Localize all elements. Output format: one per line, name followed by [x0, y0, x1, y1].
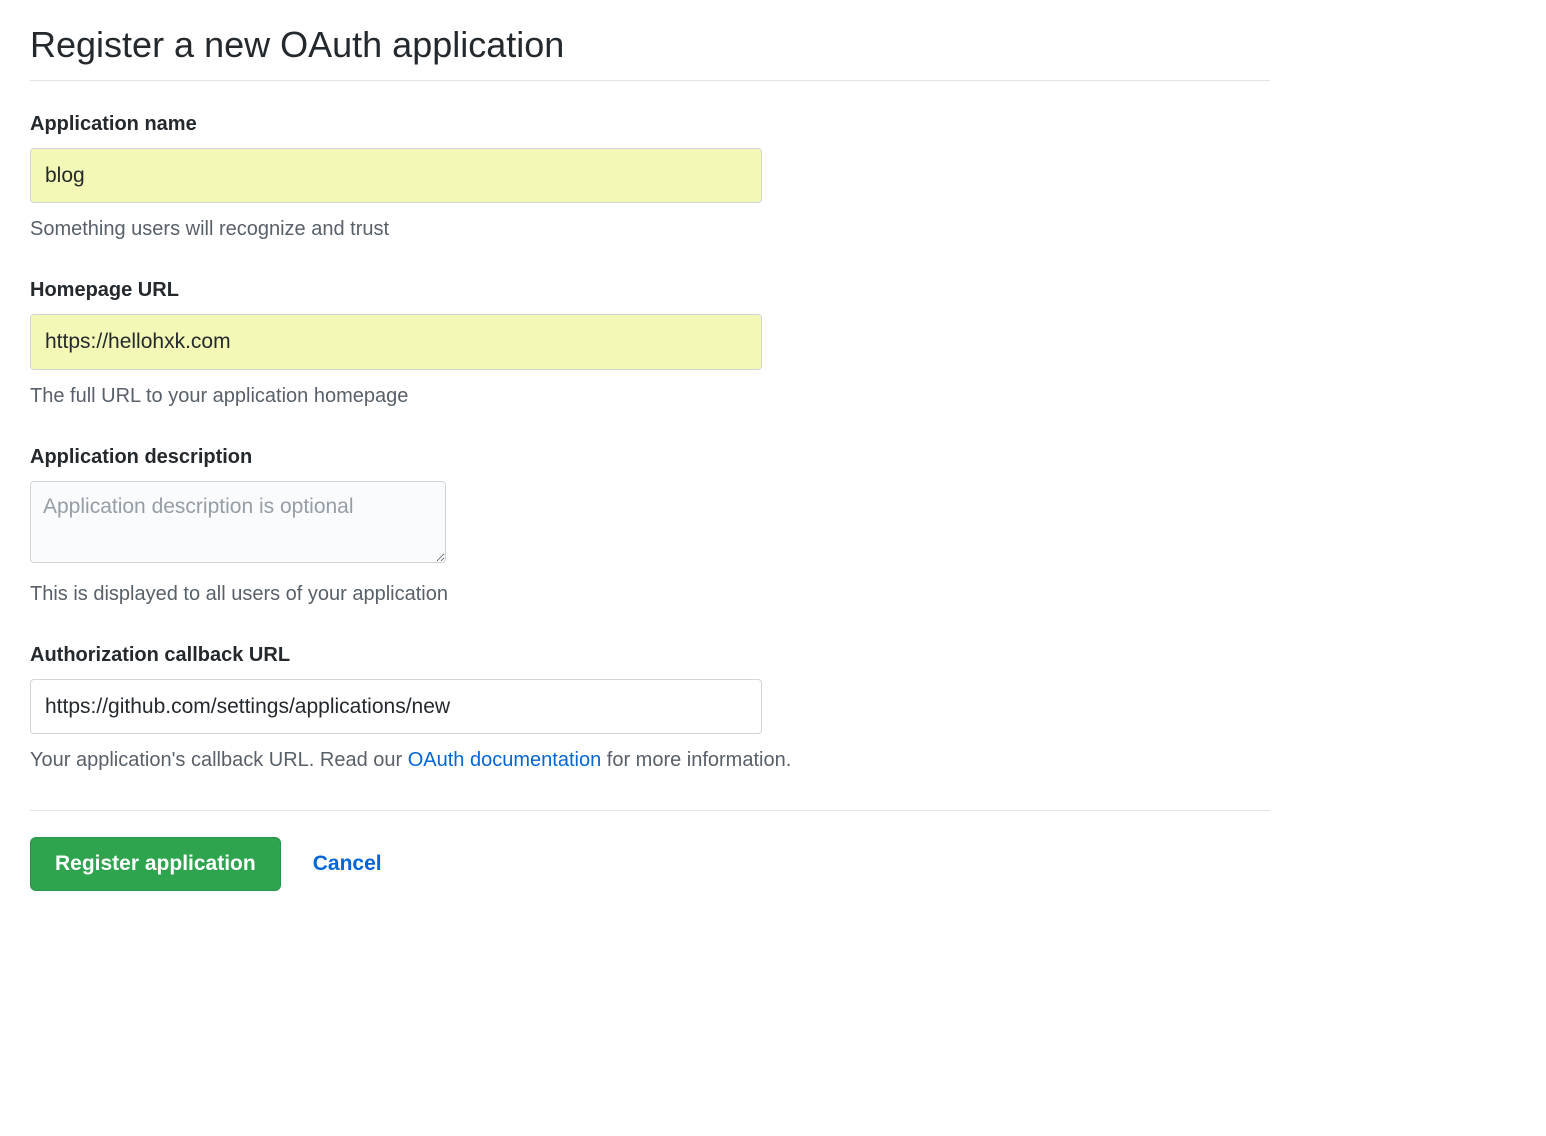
field-group-app-name: Application name Something users will re… [30, 113, 1270, 243]
homepage-url-input[interactable] [30, 314, 762, 369]
homepage-url-help: The full URL to your application homepag… [30, 382, 1270, 410]
page-title: Register a new OAuth application [30, 24, 1270, 66]
description-textarea[interactable] [30, 481, 446, 563]
form-container: Register a new OAuth application Applica… [30, 24, 1270, 891]
title-divider [30, 80, 1270, 81]
form-actions: Register application Cancel [30, 837, 1270, 891]
oauth-documentation-link[interactable]: OAuth documentation [408, 749, 601, 771]
app-name-input[interactable] [30, 148, 762, 203]
callback-help-prefix: Your application's callback URL. Read ou… [30, 749, 408, 771]
actions-divider [30, 810, 1270, 811]
description-help: This is displayed to all users of your a… [30, 580, 1270, 608]
register-application-button[interactable]: Register application [30, 837, 281, 891]
callback-url-label: Authorization callback URL [30, 644, 1270, 667]
callback-help-suffix: for more information. [601, 749, 791, 771]
cancel-button[interactable]: Cancel [313, 852, 382, 876]
callback-url-input[interactable] [30, 679, 762, 734]
callback-url-help: Your application's callback URL. Read ou… [30, 746, 1270, 774]
description-label: Application description [30, 446, 1270, 469]
homepage-url-label: Homepage URL [30, 279, 1270, 302]
field-group-description: Application description This is displaye… [30, 446, 1270, 608]
field-group-homepage-url: Homepage URL The full URL to your applic… [30, 279, 1270, 409]
field-group-callback-url: Authorization callback URL Your applicat… [30, 644, 1270, 774]
app-name-label: Application name [30, 113, 1270, 136]
app-name-help: Something users will recognize and trust [30, 215, 1270, 243]
